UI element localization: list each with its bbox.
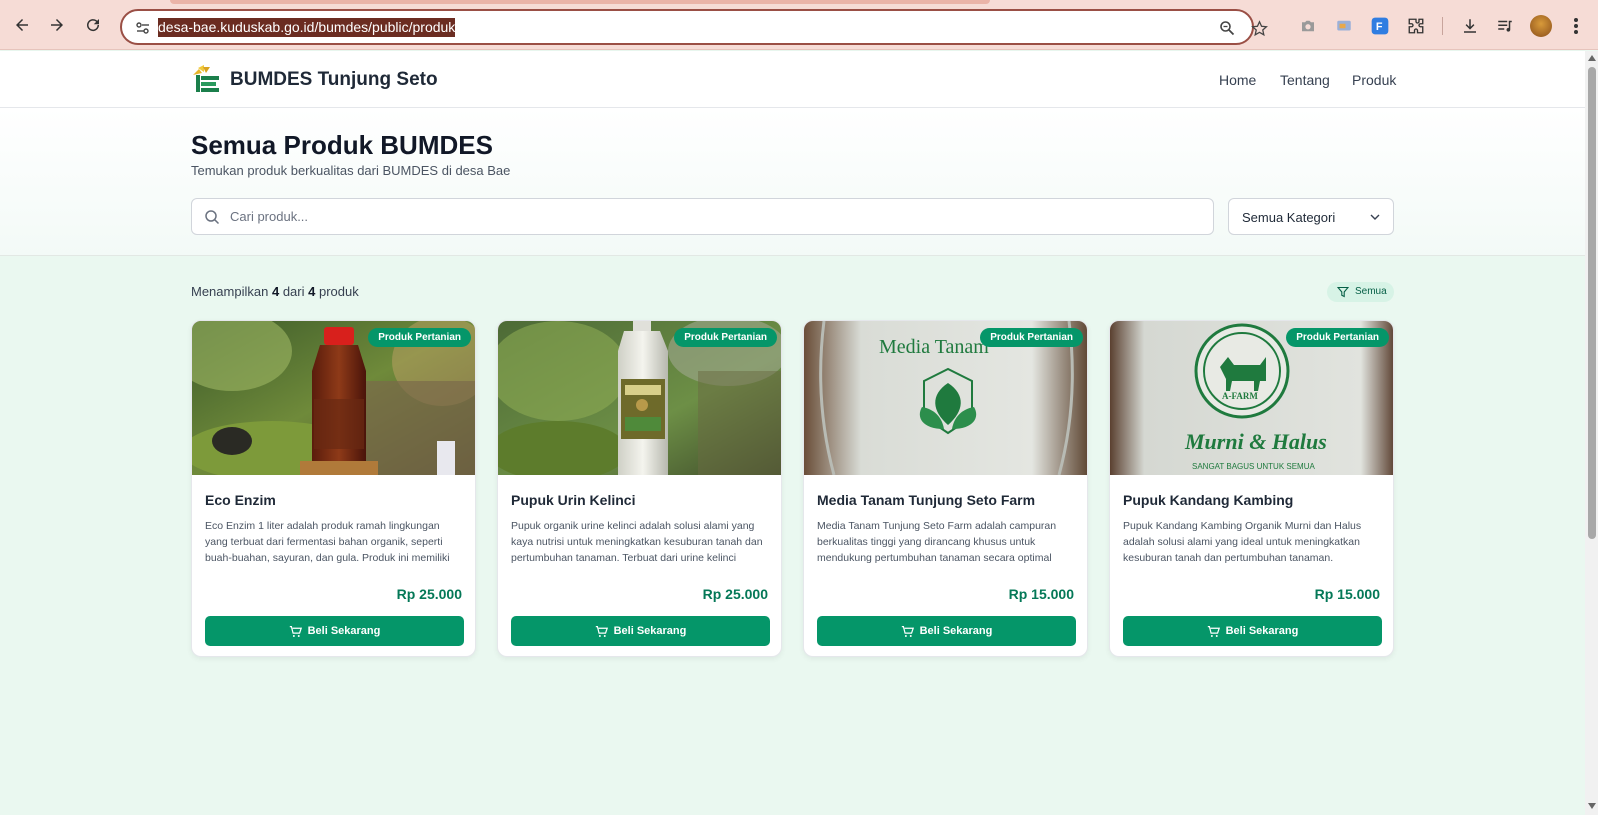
- search-input[interactable]: [230, 199, 1190, 234]
- product-price: Rp 25.000: [396, 586, 462, 602]
- product-image-brand: A-FARM: [1222, 391, 1258, 401]
- product-description: Pupuk Kandang Kambing Organik Murni dan …: [1123, 520, 1362, 564]
- category-select[interactable]: Semua Kategori: [1228, 198, 1394, 235]
- tab-strip-edge: [170, 0, 990, 4]
- reload-icon[interactable]: [81, 13, 105, 37]
- nav-tentang[interactable]: Tentang: [1280, 72, 1330, 88]
- product-price: Rp 15.000: [1314, 586, 1380, 602]
- browser-toolbar: desa-bae.kuduskab.go.id/bumdes/public/pr…: [0, 0, 1598, 50]
- product-description: Eco Enzim 1 liter adalah produk ramah li…: [205, 520, 450, 564]
- product-image-subtext: SANGAT BAGUS UNTUK SEMUA: [1192, 462, 1316, 471]
- filter-badge[interactable]: Semua: [1327, 282, 1394, 302]
- toolbar-divider: [1442, 17, 1443, 35]
- extensions-puzzle-icon[interactable]: [1405, 15, 1427, 37]
- product-image-text: Media Tanam: [879, 336, 989, 358]
- scrollbar-thumb[interactable]: [1588, 67, 1596, 539]
- menu-icon[interactable]: [1565, 15, 1587, 37]
- scroll-down-arrow[interactable]: [1588, 803, 1596, 809]
- bumdes-logo[interactable]: [190, 63, 222, 95]
- result-total: 4: [308, 284, 316, 299]
- filter-label: Semua: [1355, 286, 1387, 297]
- buy-now-label: Beli Sekarang: [919, 625, 993, 637]
- chevron-down-icon: [1370, 214, 1380, 220]
- buy-now-label: Beli Sekarang: [1225, 625, 1299, 637]
- cart-icon: [901, 625, 914, 637]
- result-count: Menampilkan 4 dari 4 produk: [191, 284, 359, 299]
- product-image-text: Murni & Halus: [1184, 429, 1327, 454]
- product-card[interactable]: Produk Pertanian Eco Enzim Eco Enzim 1 l…: [191, 320, 476, 657]
- buy-now-button[interactable]: Beli Sekarang: [1123, 616, 1382, 646]
- search-icon: [205, 210, 220, 225]
- buy-now-button[interactable]: Beli Sekarang: [205, 616, 464, 646]
- svg-text:F: F: [1376, 21, 1383, 33]
- product-price: Rp 15.000: [1008, 586, 1074, 602]
- hero-section: Semua Produk BUMDES Temukan produk berku…: [0, 108, 1585, 256]
- page-subtitle: Temukan produk berkualitas dari BUMDES d…: [191, 163, 511, 178]
- product-description: Pupuk organik urine kelinci adalah solus…: [511, 520, 763, 564]
- category-selected-value: Semua Kategori: [1242, 210, 1336, 225]
- product-image[interactable]: A-FARM Murni & Halus SANGAT BAGUS UNTUK …: [1110, 321, 1393, 475]
- camera-icon[interactable]: [1297, 15, 1319, 37]
- bookmark-star-icon[interactable]: [1250, 19, 1268, 37]
- cast-icon[interactable]: [1333, 15, 1355, 37]
- buy-now-label: Beli Sekarang: [307, 625, 381, 637]
- result-shown: 4: [271, 284, 280, 299]
- scroll-up-arrow[interactable]: [1588, 55, 1596, 61]
- product-category-badge: Produk Pertanian: [368, 328, 471, 347]
- extension-f-icon[interactable]: F: [1369, 15, 1391, 37]
- result-suffix: produk: [318, 284, 359, 299]
- nav-home[interactable]: Home: [1219, 72, 1256, 88]
- forward-icon[interactable]: [45, 13, 69, 37]
- cart-icon: [595, 625, 608, 637]
- filter-icon: [1337, 286, 1349, 298]
- site-settings-icon[interactable]: [134, 19, 152, 37]
- buy-now-button[interactable]: Beli Sekarang: [511, 616, 770, 646]
- product-price: Rp 25.000: [702, 586, 768, 602]
- result-prefix: Menampilkan: [191, 284, 269, 299]
- profile-avatar[interactable]: [1530, 15, 1552, 37]
- zoom-icon[interactable]: [1218, 19, 1236, 37]
- download-icon[interactable]: [1459, 15, 1481, 37]
- product-card[interactable]: A-FARM Murni & Halus SANGAT BAGUS UNTUK …: [1109, 320, 1394, 657]
- url-text[interactable]: desa-bae.kuduskab.go.id/bumdes/public/pr…: [158, 18, 456, 37]
- product-title[interactable]: Eco Enzim: [205, 492, 276, 508]
- page-scrollbar[interactable]: [1585, 51, 1598, 815]
- product-card[interactable]: Produk Pertanian Pupuk Urin Kelinci Pupu…: [497, 320, 782, 657]
- product-category-badge: Produk Pertanian: [1286, 328, 1389, 347]
- result-middle: dari: [282, 284, 305, 299]
- product-image[interactable]: Media Tanam Produk Pertanian: [804, 321, 1087, 475]
- product-card[interactable]: Media Tanam Produk Pertanian Media Tanam…: [803, 320, 1088, 657]
- nav-produk[interactable]: Produk: [1352, 72, 1396, 88]
- page-title: Semua Produk BUMDES: [191, 130, 493, 160]
- back-icon[interactable]: [10, 13, 34, 37]
- product-image[interactable]: Produk Pertanian: [192, 321, 475, 475]
- product-title[interactable]: Media Tanam Tunjung Seto Farm: [817, 492, 1035, 508]
- cart-icon: [1207, 625, 1220, 637]
- product-title[interactable]: Pupuk Kandang Kambing: [1123, 492, 1293, 508]
- product-description: Media Tanam Tunjung Seto Farm adalah cam…: [817, 520, 1057, 564]
- media-control-icon[interactable]: [1494, 15, 1516, 37]
- address-bar[interactable]: desa-bae.kuduskab.go.id/bumdes/public/pr…: [120, 9, 1268, 45]
- search-box[interactable]: [191, 198, 1214, 235]
- site-header: BUMDES Tunjung Seto Home Tentang Produk: [0, 51, 1585, 108]
- product-title[interactable]: Pupuk Urin Kelinci: [511, 492, 635, 508]
- buy-now-button[interactable]: Beli Sekarang: [817, 616, 1076, 646]
- product-category-badge: Produk Pertanian: [980, 328, 1083, 347]
- brand-name[interactable]: BUMDES Tunjung Seto: [230, 69, 438, 91]
- buy-now-label: Beli Sekarang: [613, 625, 687, 637]
- product-category-badge: Produk Pertanian: [674, 328, 777, 347]
- product-image[interactable]: Produk Pertanian: [498, 321, 781, 475]
- cart-icon: [289, 625, 302, 637]
